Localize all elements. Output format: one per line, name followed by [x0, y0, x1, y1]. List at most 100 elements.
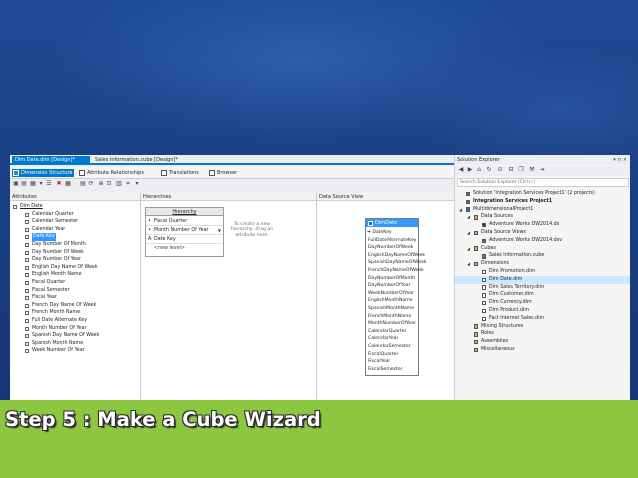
- list-icon[interactable]: ☰: [46, 181, 52, 187]
- attribute-item[interactable]: English Day Name Of Week: [12, 264, 138, 272]
- zoom-icon[interactable]: ⊕: [98, 181, 104, 187]
- dsv-key-column[interactable]: ➔ DateKey: [367, 229, 392, 237]
- attribute-item[interactable]: Fiscal Semester: [12, 287, 138, 295]
- attribute-item[interactable]: Week Number Of Year: [12, 347, 138, 355]
- expand-toggle-icon[interactable]: ◢: [467, 229, 470, 237]
- delete-icon[interactable]: ✖: [56, 181, 62, 187]
- hierarchy-title[interactable]: Hierarchy: [146, 208, 223, 216]
- properties-icon[interactable]: ⚒: [529, 167, 535, 173]
- attribute-item[interactable]: Fiscal Year: [12, 294, 138, 302]
- expand-toggle-icon[interactable]: ◢: [467, 260, 470, 268]
- tree-item[interactable]: Miscellaneous: [455, 346, 630, 354]
- attribute-item[interactable]: Day Number Of Month: [12, 241, 138, 249]
- dsv-column[interactable]: WeekNumberOfYear: [368, 290, 414, 298]
- dsv-column[interactable]: EnglishMonthName: [368, 297, 413, 305]
- tree-item[interactable]: ◢ Cubes: [455, 245, 630, 253]
- back-icon[interactable]: ◀: [458, 167, 464, 173]
- attribute-item[interactable]: French Month Name: [12, 309, 138, 317]
- attribute-item[interactable]: Day Number Of Year: [12, 256, 138, 264]
- expand-toggle-icon[interactable]: ◢: [459, 206, 462, 214]
- attribute-item[interactable]: English Month Name: [12, 271, 138, 279]
- tree-item[interactable]: Dim Currency.dim: [455, 299, 630, 307]
- dsv-column[interactable]: FrenchMonthName: [368, 313, 411, 321]
- tree-item[interactable]: ◢ Data Source Views: [455, 229, 630, 237]
- dsv-column[interactable]: FiscalSemester: [368, 366, 403, 374]
- sync-icon[interactable]: ↻: [486, 167, 492, 173]
- tree-item[interactable]: Roles: [455, 330, 630, 338]
- dsv-column[interactable]: FiscalQuarter: [368, 351, 398, 359]
- pin-icon[interactable]: ▾ ⊓ ×: [613, 155, 627, 165]
- dsv-column[interactable]: CalendarSemester: [368, 343, 411, 351]
- dimension-root[interactable]: Dim Date: [12, 203, 138, 211]
- arrange-icon[interactable]: ⌗: [125, 181, 131, 187]
- tree-item[interactable]: Mining Structures: [455, 323, 630, 331]
- grid-view-icon[interactable]: ▦: [30, 181, 36, 187]
- dsv-column[interactable]: FiscalYear: [368, 358, 390, 366]
- hierarchy-box[interactable]: Hierarchy • Fiscal Quarter • Month Numbe…: [145, 207, 224, 257]
- rename-icon[interactable]: ▤: [21, 181, 27, 187]
- home-icon[interactable]: ⌂: [476, 167, 482, 173]
- tree-item[interactable]: Solution 'Integration Services Project1'…: [455, 190, 630, 198]
- tab-translations[interactable]: Translations: [160, 169, 206, 177]
- dsv-column[interactable]: SpanishMonthName: [368, 305, 414, 313]
- tab-browser[interactable]: Browser: [208, 169, 244, 177]
- dsv-table-dimdate[interactable]: DimDate ➔ DateKey FullDateAlternateKey Day…: [365, 218, 427, 376]
- attribute-item[interactable]: Calendar Quarter: [12, 211, 138, 219]
- hierarchy-level-fiscal-quarter[interactable]: • Fiscal Quarter: [146, 217, 223, 226]
- expand-toggle-icon[interactable]: ◢: [467, 245, 470, 253]
- dsv-column[interactable]: DayNumberOfYear: [368, 282, 410, 290]
- show-table-icon[interactable]: ▥: [116, 181, 122, 187]
- dsv-column[interactable]: FrenchDayNameOfWeek: [368, 267, 424, 275]
- tree-item[interactable]: ◢ Dimensions: [455, 260, 630, 268]
- tree-item[interactable]: ◢ Data Sources: [455, 213, 630, 221]
- tab-dimension-structure[interactable]: Dimension Structure: [12, 169, 74, 177]
- tree-item[interactable]: Dim Promotion.dim: [455, 268, 630, 276]
- dsv-column[interactable]: CalendarYear: [368, 335, 398, 343]
- fit-icon[interactable]: ⊡: [106, 181, 112, 187]
- tab-dim-date-design[interactable]: Dim Date.dim [Design]*: [12, 156, 90, 164]
- attribute-item[interactable]: Calendar Year: [12, 226, 138, 234]
- dsv-column[interactable]: DayNumberOfMonth: [368, 275, 415, 283]
- hierarchy-level-date-key[interactable]: A Date Key: [146, 235, 223, 244]
- tree-item[interactable]: Assemblies: [455, 338, 630, 346]
- new-level-placeholder[interactable]: <new level>: [146, 244, 223, 253]
- attribute-item[interactable]: Month Number Of Year: [12, 325, 138, 333]
- tab-sales-information-cube-design[interactable]: Sales Information.cube [Design]*: [92, 156, 202, 164]
- hierarchy-level-month-number[interactable]: • Month Number Of Year ▼: [146, 226, 223, 235]
- attribute-item[interactable]: Spanish Day Name Of Week: [12, 332, 138, 340]
- attribute-item[interactable]: Fiscal Quarter: [12, 279, 138, 287]
- attribute-item[interactable]: Date Key: [12, 233, 138, 241]
- solution-explorer-search-input[interactable]: Search Solution Explorer (Ctrl+;): [457, 178, 629, 187]
- tree-item[interactable]: Dim Date.dim: [455, 275, 630, 284]
- tab-attribute-relationships[interactable]: Attribute Relationships: [78, 169, 158, 177]
- overflow-arrow-icon[interactable]: ▾: [134, 181, 140, 187]
- dsv-column[interactable]: CalendarQuarter: [368, 328, 406, 336]
- attribute-item[interactable]: Full Date Alternate Key: [12, 317, 138, 325]
- preview-icon[interactable]: ⇥: [539, 167, 545, 173]
- attribute-item[interactable]: Calendar Semester: [12, 218, 138, 226]
- dropdown-arrow-icon[interactable]: ▾: [38, 181, 44, 187]
- tree-item[interactable]: ◢ MultidimensionalProject1: [455, 206, 630, 214]
- dsv-table-header[interactable]: DimDate: [366, 219, 418, 227]
- tree-item[interactable]: Dim Product.dim: [455, 307, 630, 315]
- dsv-column[interactable]: FullDateAlternateKey: [368, 237, 416, 245]
- show-all-files-icon[interactable]: ❐: [518, 167, 524, 173]
- attribute-item[interactable]: French Day Name Of Week: [12, 302, 138, 310]
- collapse-all-icon[interactable]: ⊟: [508, 167, 514, 173]
- tree-item[interactable]: Dim Sales Territory.dim: [455, 284, 630, 292]
- dsv-column[interactable]: DayNumberOfWeek: [368, 244, 413, 252]
- attribute-item[interactable]: Day Number Of Week: [12, 249, 138, 257]
- table-icon[interactable]: ▦: [65, 181, 71, 187]
- refresh-icon[interactable]: ⟳: [88, 181, 94, 187]
- tree-item[interactable]: Integration Services Project1: [455, 198, 630, 206]
- attribute-item[interactable]: Spanish Month Name: [12, 340, 138, 348]
- tree-item[interactable]: Dim Customer.dim: [455, 291, 630, 299]
- pending-changes-icon[interactable]: ⊙: [497, 167, 503, 173]
- expand-toggle-icon[interactable]: ◢: [467, 213, 470, 221]
- process-icon[interactable]: ▤: [80, 181, 86, 187]
- tree-item[interactable]: Sales Information.cube: [455, 252, 630, 260]
- tree-item[interactable]: Fact Internet Sales.dim: [455, 315, 630, 323]
- dsv-column[interactable]: EnglishDayNameOfWeek: [368, 252, 425, 260]
- forward-icon[interactable]: ▶: [467, 167, 473, 173]
- dsv-column[interactable]: SpanishDayNameOfWeek: [368, 259, 427, 267]
